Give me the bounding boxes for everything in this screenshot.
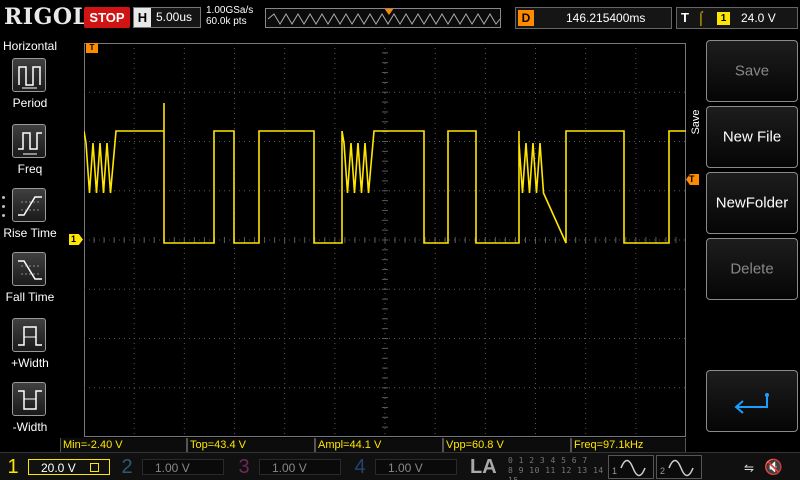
trigger-position-marker — [384, 9, 394, 15]
return-icon — [734, 393, 769, 414]
menu-title: Save — [690, 109, 702, 135]
usb-icon: ⇋ — [744, 461, 755, 475]
sine-wave-icon — [620, 459, 646, 477]
rising-edge-icon: ⌠ — [697, 10, 705, 25]
run-stop-badge[interactable]: STOP — [84, 7, 130, 28]
rise-time-icon — [12, 188, 46, 222]
measurement-top[interactable]: Top=43.4 V — [187, 438, 315, 452]
sidebar-item-label: Period — [12, 96, 48, 110]
channel-number: 3 — [238, 456, 250, 478]
measurement-freq[interactable]: Freq=97.1kHz — [571, 438, 686, 452]
trigger-level: 24.0 V — [741, 11, 776, 25]
measurement-min[interactable]: Min=-2.40 V — [60, 438, 187, 452]
sidebar-item-label: Fall Time — [5, 290, 55, 304]
measure-freq-button[interactable]: Freq — [0, 124, 60, 186]
delete-button[interactable]: Delete — [706, 238, 798, 300]
channel1-offset-marker[interactable]: 1 — [69, 234, 83, 245]
period-icon — [12, 58, 46, 92]
horizontal-label: H — [134, 8, 151, 27]
return-button[interactable] — [706, 370, 798, 432]
save-button[interactable]: Save — [706, 40, 798, 102]
new-folder-button[interactable]: NewFolder — [706, 172, 798, 234]
memory-depth: 60.0k pts — [206, 16, 247, 27]
measure-plus-width-button[interactable]: +Width — [0, 318, 60, 380]
delay-indicator[interactable]: D 146.215400ms — [515, 7, 672, 29]
new-file-button[interactable]: New File — [706, 106, 798, 168]
measurement-bar: Min=-2.40 V Top=43.4 V Ampl=44.1 V Vpp=6… — [60, 438, 686, 452]
trigger-source: 1 — [717, 12, 730, 25]
trigger-label: T — [681, 10, 689, 25]
measure-period-button[interactable]: Period — [0, 58, 60, 120]
generator-1-button[interactable]: 1 — [608, 455, 654, 479]
sidebar-item-label: Rise Time — [3, 226, 57, 240]
logic-analyzer-button[interactable]: LA 0 1 2 3 4 5 6 7 8 9 10 11 12 13 14 15 — [466, 455, 604, 480]
plus-width-icon — [12, 318, 46, 352]
acquisition-info: 1.00GSa/s 60.0k pts — [206, 5, 253, 27]
measurement-vpp[interactable]: Vpp=60.8 V — [443, 438, 571, 452]
coupling-icon — [90, 463, 99, 472]
delay-value: 146.215400ms — [566, 11, 646, 25]
sidebar-title: Horizontal — [3, 39, 58, 53]
speaker-muted-icon[interactable]: 🔇 — [764, 458, 783, 476]
channel-scale: 1.00 V — [142, 459, 224, 475]
sidebar-item-label: Freq — [17, 162, 43, 176]
measure-rise-time-button[interactable]: Rise Time — [0, 188, 60, 250]
sample-rate: 1.00GSa/s — [206, 5, 254, 16]
measurement-ampl[interactable]: Ampl=44.1 V — [315, 438, 443, 452]
top-status-bar: RIGOL STOP H 5.00us 1.00GSa/s 60.0k pts … — [0, 0, 800, 36]
measure-fall-time-button[interactable]: Fall Time — [0, 252, 60, 314]
channel-number: 4 — [354, 456, 366, 478]
freq-icon — [12, 124, 46, 158]
memory-overview-bar[interactable] — [265, 8, 501, 28]
sidebar-item-label: -Width — [12, 420, 48, 434]
brand-logo: RIGOL — [4, 4, 89, 30]
fall-time-icon — [12, 252, 46, 286]
measurement-sidebar: Horizontal Period Freq Rise Time Fall Ti… — [0, 38, 60, 438]
save-menu: Save Save New File NewFolder Delete — [686, 38, 800, 438]
delay-label: D — [518, 10, 534, 26]
trigger-time-marker[interactable]: T — [86, 43, 98, 53]
channel-number: 1 — [7, 456, 19, 478]
generator-2-button[interactable]: 2 — [656, 455, 702, 479]
graticule — [83, 42, 686, 437]
trigger-indicator[interactable]: T ⌠ 1 24.0 V — [676, 7, 798, 29]
waveform-display[interactable] — [83, 42, 686, 437]
channel-scale: 1.00 V — [259, 459, 341, 475]
la-bits: 0 1 2 3 4 5 6 7 8 9 10 11 12 13 14 15 — [508, 456, 604, 480]
sine-wave-icon — [668, 459, 694, 477]
channel-scale: 1.00 V — [375, 459, 457, 475]
la-label: LA — [470, 456, 497, 478]
minus-width-icon — [12, 382, 46, 416]
sidebar-item-label: +Width — [11, 356, 49, 370]
channel-bar: 1 20.0 V 2 1.00 V 3 1.00 V 4 1.00 V LA 0… — [0, 452, 800, 480]
timebase-value: 5.00us — [156, 10, 193, 24]
channel-number: 2 — [121, 456, 133, 478]
measure-minus-width-button[interactable]: -Width — [0, 382, 60, 444]
timebase-indicator[interactable]: H 5.00us — [133, 7, 201, 28]
